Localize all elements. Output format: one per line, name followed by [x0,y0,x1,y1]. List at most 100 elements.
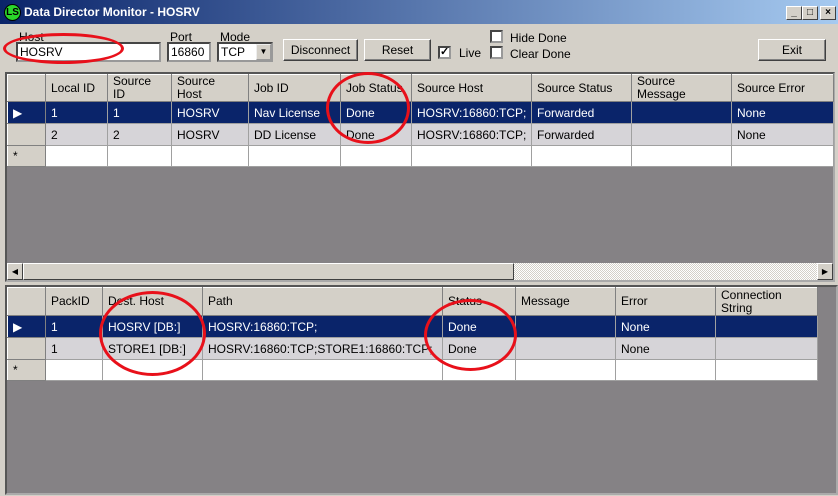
app-logo-icon: LS [4,4,21,21]
table-cell[interactable]: Done [340,123,412,146]
table-cell[interactable] [107,145,172,167]
scroll-left-icon[interactable]: ◀ [7,263,23,280]
hide-done-label: Hide Done [510,31,567,45]
table-cell[interactable] [615,359,716,381]
column-header[interactable]: Error [615,287,716,316]
column-header[interactable]: Dest. Host [102,287,203,316]
maximize-button[interactable]: □ [802,6,818,20]
mode-select[interactable]: TCP ▼ [217,42,273,62]
clear-done-checkbox[interactable] [490,46,503,59]
table-cell[interactable] [515,315,616,338]
close-button[interactable]: × [820,6,836,20]
table-row[interactable]: 2 2 HOSRV DD License Done HOSRV:16860:TCP; For… [7,123,834,146]
table-row[interactable]: ▶ 1 HOSRV [DB:] HOSRV:16860:TCP; Done None [7,315,818,338]
disconnect-button[interactable]: Disconnect [283,39,358,61]
table-cell[interactable] [631,123,732,146]
table-cell[interactable]: HOSRV [DB:] [102,315,203,338]
column-header[interactable]: PackID [45,287,103,316]
table-cell[interactable] [631,145,732,167]
table-cell[interactable]: None [615,315,716,338]
clear-done-label: Clear Done [510,47,571,61]
table-row[interactable]: 1 STORE1 [DB:] HOSRV:16860:TCP;STORE1:1686… [7,337,818,360]
table-cell[interactable] [731,145,834,167]
jobs-grid: Local ID Source ID Source Host Job ID Job St… [5,72,835,282]
chevron-down-icon[interactable]: ▼ [256,44,271,60]
table-cell[interactable] [202,359,443,381]
table-cell[interactable] [515,359,616,381]
table-cell[interactable] [45,359,103,381]
minimize-button[interactable]: _ [786,6,802,20]
table-cell[interactable] [45,145,108,167]
column-header[interactable]: Status [442,287,516,316]
table-cell[interactable]: DD License [248,123,341,146]
table-cell[interactable] [411,145,532,167]
table-cell[interactable] [171,145,249,167]
table-cell[interactable]: 2 [107,123,172,146]
host-input[interactable]: HOSRV [16,42,161,62]
live-checkbox[interactable]: ✓ [438,46,451,59]
table-row[interactable]: ▶ 1 1 HOSRV Nav License Done HOSRV:16860:TCP; F… [7,101,834,124]
packs-grid: PackID Dest. Host Path Status Message Error Co… [5,285,838,495]
current-row-icon[interactable]: ▶ [7,315,46,338]
table-cell[interactable] [442,359,516,381]
table-cell[interactable] [531,145,632,167]
scrollbar-thumb[interactable] [23,263,514,280]
hide-done-checkbox[interactable] [490,30,503,43]
column-header[interactable]: Source Host [411,74,532,102]
corner-header [7,287,46,316]
table-cell[interactable]: Forwarded [531,123,632,146]
table-cell[interactable]: 1 [45,337,103,360]
table-cell[interactable]: STORE1 [DB:] [102,337,203,360]
new-row[interactable]: * [7,359,818,381]
table-cell[interactable]: 2 [45,123,108,146]
jobs-horizontal-scrollbar[interactable]: ◀ ▶ [7,263,833,280]
column-header[interactable]: Source Host [171,74,249,102]
table-cell[interactable]: HOSRV:16860:TCP; [411,101,532,124]
table-cell[interactable] [715,359,818,381]
table-cell[interactable] [631,101,732,124]
table-cell[interactable]: None [731,123,834,146]
table-cell[interactable]: HOSRV [171,101,249,124]
table-cell[interactable]: 1 [45,101,108,124]
table-cell[interactable] [715,315,818,338]
column-header[interactable]: Local ID [45,74,108,102]
column-header[interactable]: Source Error [731,74,834,102]
table-cell[interactable] [102,359,203,381]
table-cell[interactable] [515,337,616,360]
column-header[interactable]: Job Status [340,74,412,102]
port-input[interactable]: 16860 [167,42,211,62]
table-cell[interactable]: 1 [107,101,172,124]
table-cell[interactable] [715,337,818,360]
table-cell[interactable]: Nav License [248,101,341,124]
column-header[interactable]: Path [202,287,443,316]
row-header[interactable] [7,123,46,146]
table-cell[interactable]: Forwarded [531,101,632,124]
table-cell[interactable]: Done [442,315,516,338]
table-cell[interactable]: HOSRV:16860:TCP;STORE1:16860:TCP; [202,337,443,360]
table-cell[interactable] [340,145,412,167]
column-header[interactable]: Source ID [107,74,172,102]
row-header[interactable] [7,337,46,360]
table-cell[interactable] [248,145,341,167]
table-cell[interactable]: Done [442,337,516,360]
scroll-right-icon[interactable]: ▶ [817,263,833,280]
table-cell[interactable]: Done [340,101,412,124]
table-cell[interactable]: HOSRV:16860:TCP; [202,315,443,338]
table-cell[interactable]: None [731,101,834,124]
table-cell[interactable]: HOSRV:16860:TCP; [411,123,532,146]
table-cell[interactable]: None [615,337,716,360]
reset-button[interactable]: Reset [364,39,431,61]
current-row-icon[interactable]: ▶ [7,101,46,124]
column-header[interactable]: Source Message [631,74,732,102]
mode-value: TCP [221,45,245,59]
column-header[interactable]: Connection String [715,287,818,316]
table-cell[interactable]: 1 [45,315,103,338]
window-title: Data Director Monitor - HOSRV [24,5,200,19]
new-row-icon: * [7,145,46,167]
table-cell[interactable]: HOSRV [171,123,249,146]
new-row[interactable]: * [7,145,834,167]
column-header[interactable]: Job ID [248,74,341,102]
column-header[interactable]: Source Status [531,74,632,102]
exit-button[interactable]: Exit [758,39,826,61]
column-header[interactable]: Message [515,287,616,316]
